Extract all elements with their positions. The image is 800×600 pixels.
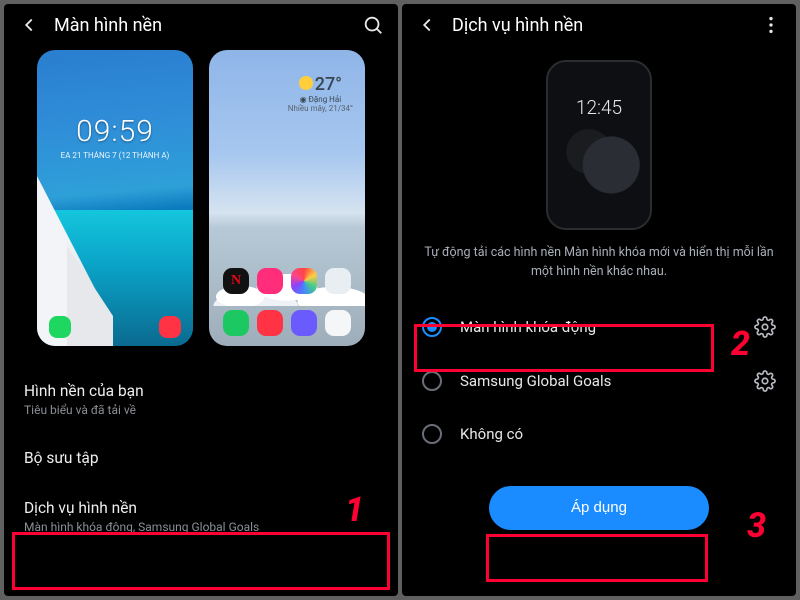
gear-icon[interactable] xyxy=(754,370,776,392)
option-samsung-global-goals[interactable]: Samsung Global Goals xyxy=(402,354,796,408)
annotation-box-3 xyxy=(486,534,708,582)
wallpaper-settings-screen: Màn hình nền 09:59 EA 21 THÁNG 7 (12 THÀ… xyxy=(4,4,398,596)
service-options: Màn hình khóa động Samsung Global Goals … xyxy=(402,296,796,464)
settings-list: Hình nền của bạn Tiêu biểu và đã tải về … xyxy=(4,362,398,550)
page-title: Dịch vụ hình nền xyxy=(452,15,746,36)
camera-app-icon xyxy=(257,310,283,336)
header: Màn hình nền xyxy=(4,4,398,44)
service-description: Tự động tải các hình nền Màn hình khóa m… xyxy=(402,240,796,296)
option-none[interactable]: Không có xyxy=(402,408,796,460)
weather-widget: 27° ◉ Đặng Hải Nhiều mây, 21/34° xyxy=(288,74,353,113)
lock-date: EA 21 THÁNG 7 (12 THÀNH A) xyxy=(61,151,170,160)
app-icon xyxy=(291,268,317,294)
wallpaper-services-screen: Dịch vụ hình nền 12:45 Tự động tải các h… xyxy=(402,4,796,596)
browser-app-icon xyxy=(291,310,317,336)
phone-app-icon xyxy=(223,310,249,336)
app-row: N xyxy=(209,268,365,294)
option-dynamic-lockscreen[interactable]: Màn hình khóa động xyxy=(402,300,796,354)
service-preview: 12:45 xyxy=(546,60,652,230)
dock-row xyxy=(209,310,365,336)
phone-shortcut-icon xyxy=(49,316,71,338)
app-icon xyxy=(325,268,351,294)
lockscreen-preview[interactable]: 09:59 EA 21 THÁNG 7 (12 THÀNH A) xyxy=(37,50,193,346)
radio-icon[interactable] xyxy=(422,424,442,444)
preview-time: 12:45 xyxy=(576,96,622,228)
camera-shortcut-icon xyxy=(159,316,181,338)
wallpaper-previews: 09:59 EA 21 THÁNG 7 (12 THÀNH A) 27° ◉ Đ… xyxy=(4,44,398,362)
list-item-your-wallpapers[interactable]: Hình nền của bạn Tiêu biểu và đã tải về xyxy=(4,366,398,433)
list-item-wallpaper-services[interactable]: Dịch vụ hình nền Màn hình khóa động, Sam… xyxy=(4,483,398,550)
search-icon[interactable] xyxy=(362,14,384,36)
more-icon[interactable] xyxy=(760,14,782,36)
list-item-collection[interactable]: Bộ sưu tập xyxy=(4,433,398,483)
annotation-number-3: 3 xyxy=(747,506,766,546)
app-icon xyxy=(325,310,351,336)
netflix-app-icon: N xyxy=(223,268,249,294)
lock-time: 09:59 xyxy=(76,114,154,149)
back-icon[interactable] xyxy=(416,14,438,36)
apply-button[interactable]: Áp dụng xyxy=(489,486,709,530)
app-icon xyxy=(257,268,283,294)
header: Dịch vụ hình nền xyxy=(402,4,796,44)
sun-icon xyxy=(299,76,313,90)
homescreen-preview[interactable]: 27° ◉ Đặng Hải Nhiều mây, 21/34° N xyxy=(209,50,365,346)
radio-selected-icon[interactable] xyxy=(422,317,442,337)
back-icon[interactable] xyxy=(18,14,40,36)
page-title: Màn hình nền xyxy=(54,15,348,36)
gear-icon[interactable] xyxy=(754,316,776,338)
radio-icon[interactable] xyxy=(422,371,442,391)
